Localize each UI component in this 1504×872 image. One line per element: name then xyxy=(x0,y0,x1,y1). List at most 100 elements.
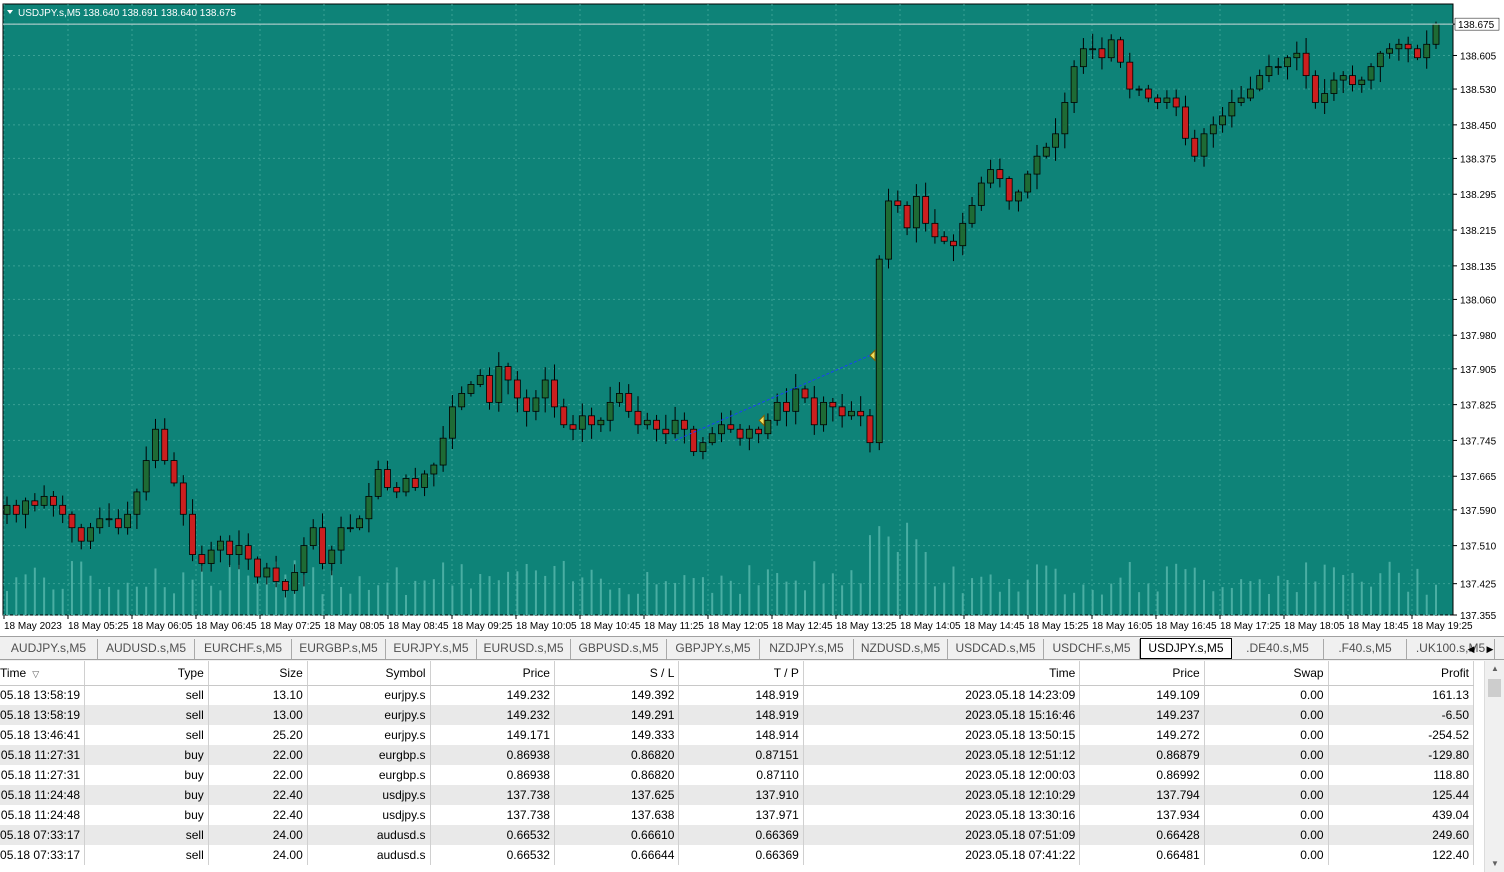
tab-uk100-s-m5[interactable]: .UK100.s,M5 xyxy=(1407,639,1495,659)
candle-body[interactable] xyxy=(1024,173,1032,193)
candle-body[interactable] xyxy=(977,182,985,206)
price-chart[interactable]: 138.675 138.605 138.530 138.450 138.375 138.2… xyxy=(0,0,1504,636)
candle-body[interactable] xyxy=(3,504,11,515)
candle-body[interactable] xyxy=(1209,124,1217,135)
candle-body[interactable] xyxy=(198,554,206,564)
candle-body[interactable] xyxy=(1321,93,1329,103)
candle-body[interactable] xyxy=(1042,146,1050,157)
candle-body[interactable] xyxy=(161,428,169,461)
candle-body[interactable] xyxy=(903,205,911,229)
candle-body[interactable] xyxy=(569,424,577,430)
candle-body[interactable] xyxy=(1265,66,1273,77)
tab-audjpy-s-m5[interactable]: AUDJPY.s,M5 xyxy=(0,639,98,659)
tab-eurjpy-s-m5[interactable]: EURJPY.s,M5 xyxy=(386,639,477,659)
candle-body[interactable] xyxy=(495,366,503,403)
candle-body[interactable] xyxy=(699,442,707,453)
column-header-size[interactable]: Size xyxy=(208,661,308,686)
candle-body[interactable] xyxy=(411,478,419,488)
candle-body[interactable] xyxy=(384,469,391,488)
candle-body[interactable] xyxy=(504,366,512,381)
candle-body[interactable] xyxy=(458,393,466,408)
candle-body[interactable] xyxy=(476,375,484,385)
candle-body[interactable] xyxy=(263,567,271,578)
candle-body[interactable] xyxy=(1395,43,1403,50)
candle-body[interactable] xyxy=(1191,137,1199,157)
candle-body[interactable] xyxy=(393,487,401,493)
scroll-thumb[interactable] xyxy=(1488,679,1501,697)
candle-body[interactable] xyxy=(708,433,716,444)
candle-body[interactable] xyxy=(40,495,48,506)
tab-f40-s-m5[interactable]: .F40.s,M5 xyxy=(1324,639,1407,659)
column-header-time[interactable]: Time ▽ xyxy=(0,661,86,686)
candle-body[interactable] xyxy=(1033,155,1041,175)
candle-body[interactable] xyxy=(1144,88,1152,99)
candle-body[interactable] xyxy=(309,527,317,547)
tab-usdjpy-s-m5[interactable]: USDJPY.s,M5 xyxy=(1140,638,1232,659)
candle-body[interactable] xyxy=(606,401,614,421)
candle-body[interactable] xyxy=(1256,75,1264,90)
candle-body[interactable] xyxy=(1005,178,1013,202)
candle-body[interactable] xyxy=(402,478,410,493)
candle-body[interactable] xyxy=(996,169,1004,179)
table-row[interactable]: 2023.05.18 07:33:17sell24.00audusd.s0.66… xyxy=(0,825,1475,845)
table-row[interactable]: 2023.05.18 11:24:48buy22.40usdjpy.s137.7… xyxy=(0,785,1475,805)
tab-de40-s-m5[interactable]: .DE40.s,M5 xyxy=(1232,639,1324,659)
candle-body[interactable] xyxy=(1061,102,1069,135)
tab-nzdjpy-s-m5[interactable]: NZDJPY.s,M5 xyxy=(760,639,854,659)
candle-body[interactable] xyxy=(346,527,354,530)
candle-body[interactable] xyxy=(244,545,252,560)
candle-body[interactable] xyxy=(77,527,85,542)
candle-body[interactable] xyxy=(671,419,679,435)
tabs-scroll-left-icon[interactable]: ◀ xyxy=(1464,641,1478,657)
candle-body[interactable] xyxy=(680,419,688,430)
candle-body[interactable] xyxy=(922,196,930,224)
candle-body[interactable] xyxy=(931,222,939,238)
candle-body[interactable] xyxy=(662,428,670,435)
candle-body[interactable] xyxy=(467,384,475,394)
column-header-s-l[interactable]: S / L xyxy=(554,661,680,686)
column-header-swap[interactable]: Swap xyxy=(1204,661,1329,686)
candle-body[interactable] xyxy=(857,410,865,417)
candle-body[interactable] xyxy=(1154,97,1162,103)
candle-body[interactable] xyxy=(235,545,243,555)
candle-body[interactable] xyxy=(885,200,892,260)
candle-body[interactable] xyxy=(96,518,104,529)
table-row[interactable]: 2023.05.18 13:46:41sell25.20eurjpy.s149.… xyxy=(0,725,1475,745)
candle-body[interactable] xyxy=(254,558,261,578)
candle-body[interactable] xyxy=(838,406,846,417)
candle-body[interactable] xyxy=(328,549,336,564)
candle-body[interactable] xyxy=(281,581,289,591)
candle-body[interactable] xyxy=(105,518,113,521)
tab-usdchf-s-m5[interactable]: USDCHF.s,M5 xyxy=(1044,639,1140,659)
candle-body[interactable] xyxy=(987,169,994,184)
candle-body[interactable] xyxy=(207,549,215,564)
candle-body[interactable] xyxy=(300,545,308,573)
candle-body[interactable] xyxy=(1070,66,1078,103)
tab-gbpjpy-s-m5[interactable]: GBPJPY.s,M5 xyxy=(667,639,760,659)
candle-body[interactable] xyxy=(12,504,20,515)
candle-body[interactable] xyxy=(114,518,122,529)
candle-body[interactable] xyxy=(829,401,837,408)
candle-body[interactable] xyxy=(142,460,150,493)
candle-body[interactable] xyxy=(848,410,855,417)
column-header-type[interactable]: Type xyxy=(84,661,209,686)
candle-body[interactable] xyxy=(1423,43,1431,59)
candle-body[interactable] xyxy=(625,393,633,412)
candle-body[interactable] xyxy=(968,205,976,224)
column-header-profit[interactable]: Profit xyxy=(1328,661,1475,686)
candle-body[interactable] xyxy=(68,513,76,529)
candle-body[interactable] xyxy=(736,428,744,439)
candle-body[interactable] xyxy=(523,397,531,412)
table-row[interactable]: 2023.05.18 13:58:19sell13.00eurjpy.s149.… xyxy=(0,705,1475,725)
candle-body[interactable] xyxy=(365,495,373,520)
candle-body[interactable] xyxy=(374,469,382,497)
candle-body[interactable] xyxy=(875,258,883,444)
candle-body[interactable] xyxy=(745,428,753,439)
candle-body[interactable] xyxy=(356,518,364,529)
candle-body[interactable] xyxy=(1367,66,1375,81)
tab-eurusd-s-m5[interactable]: EURUSD.s,M5 xyxy=(477,639,571,659)
candle-body[interactable] xyxy=(189,513,196,555)
candle-body[interactable] xyxy=(1089,48,1097,51)
candle-body[interactable] xyxy=(319,527,326,564)
candle-body[interactable] xyxy=(1339,75,1347,81)
